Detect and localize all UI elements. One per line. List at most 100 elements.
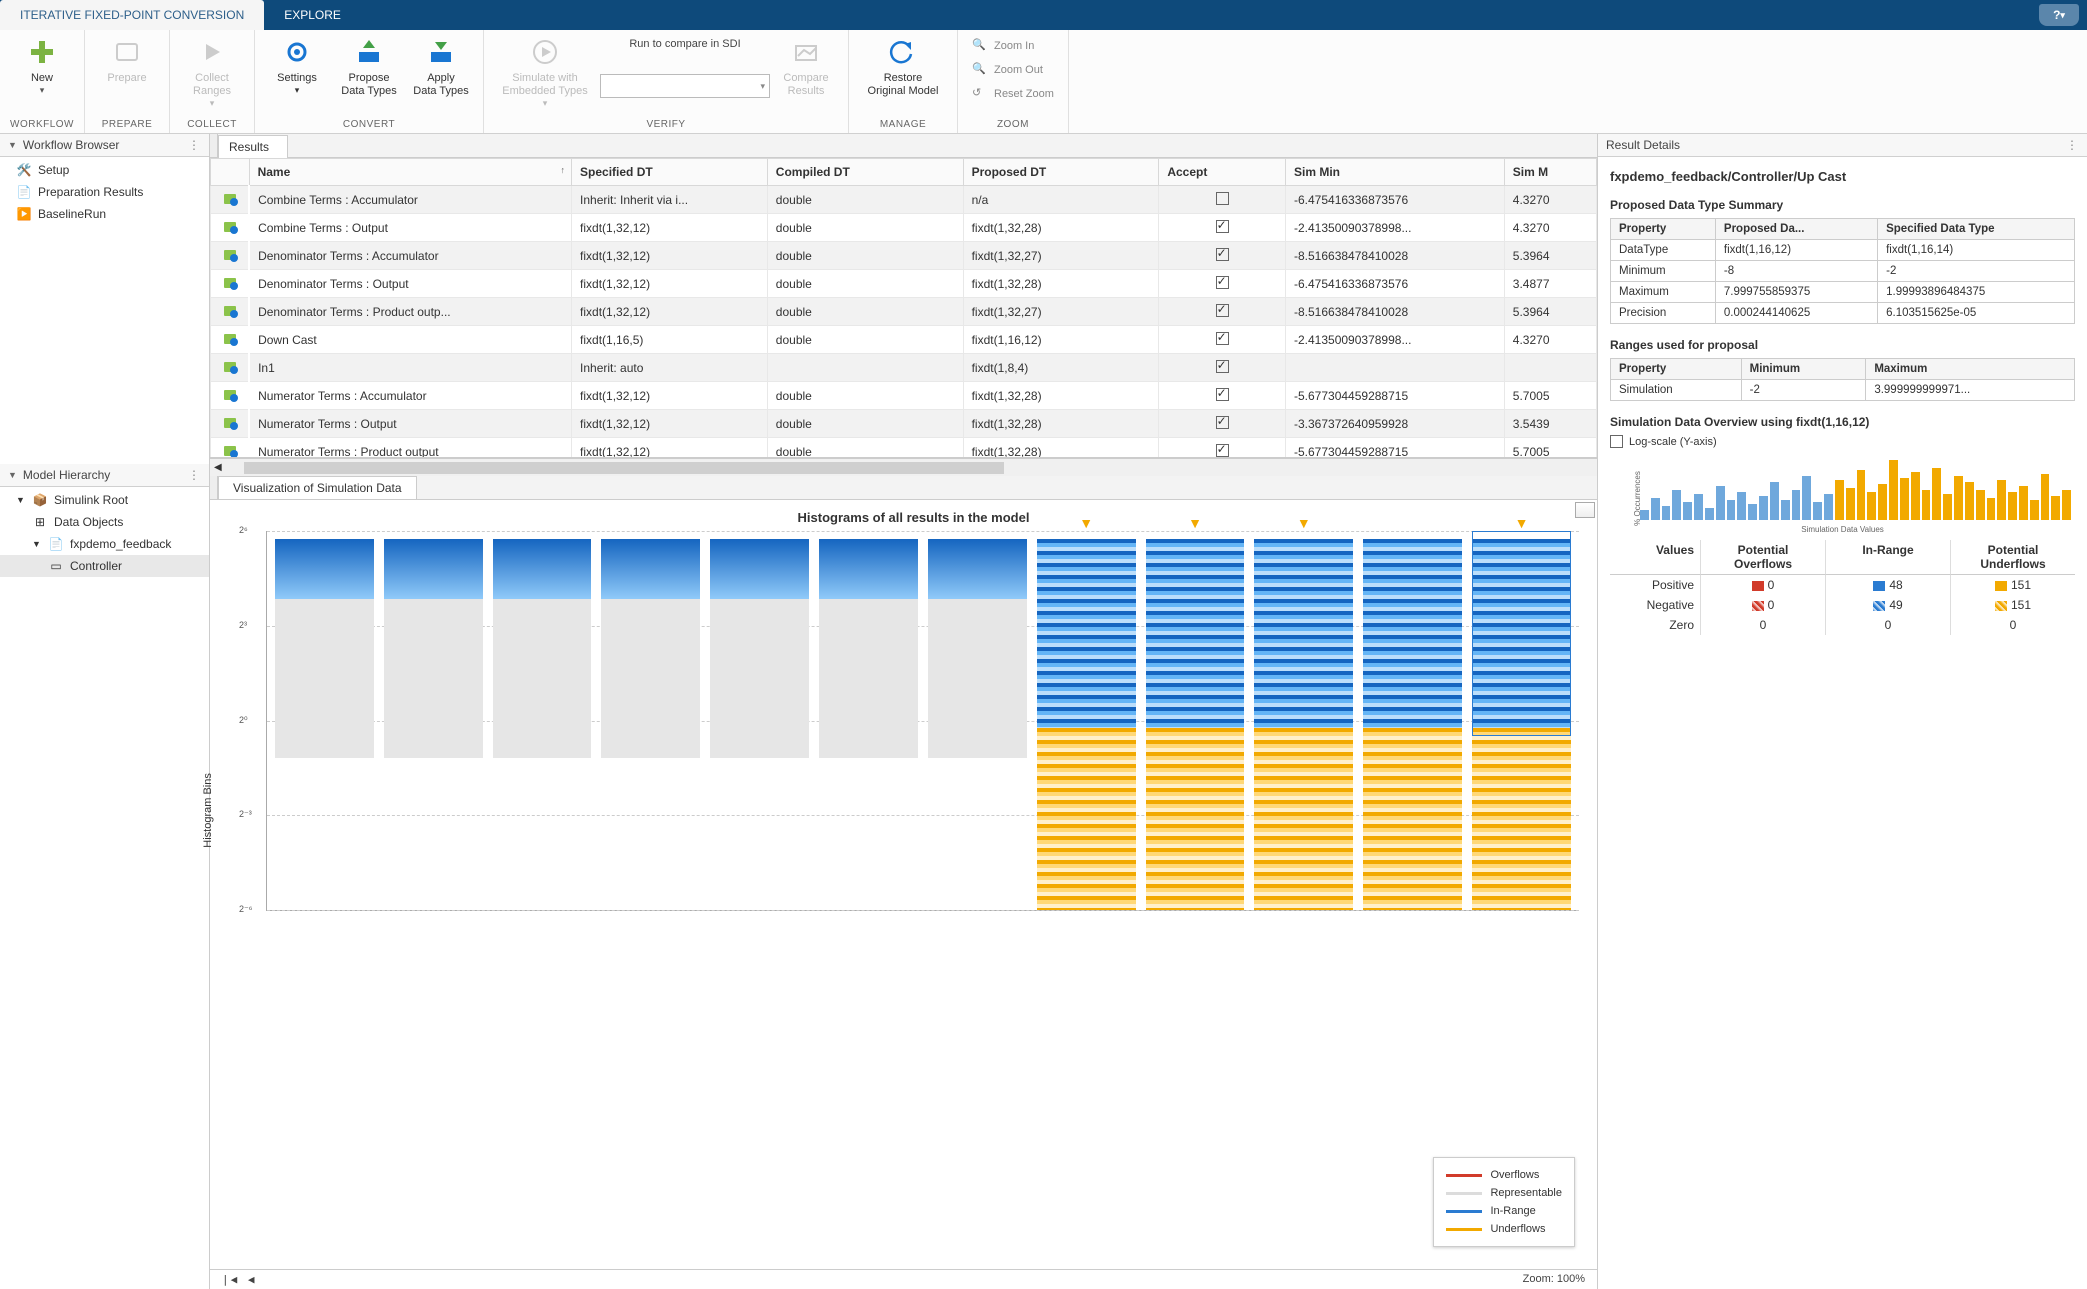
- histogram-column[interactable]: [1361, 531, 1464, 910]
- row-icon: [211, 270, 250, 298]
- accept-checkbox[interactable]: [1216, 416, 1229, 429]
- top-tab-bar: ITERATIVE FIXED-POINT CONVERSION EXPLORE…: [0, 0, 2087, 30]
- accept-checkbox[interactable]: [1216, 332, 1229, 345]
- legend-toggle-button[interactable]: [1575, 502, 1595, 518]
- settings-button[interactable]: Settings▾: [261, 32, 333, 100]
- wf-preparation-results[interactable]: 📄Preparation Results: [0, 181, 209, 203]
- compare-results-button: Compare Results: [770, 32, 842, 102]
- run-compare-label: Run to compare in SDI: [629, 38, 740, 50]
- result-details-title: fxpdemo_feedback/Controller/Up Cast: [1610, 169, 2075, 184]
- table-row[interactable]: Numerator Terms : Outputfixdt(1,32,12)do…: [211, 410, 1597, 438]
- gripper-icon[interactable]: [210, 134, 218, 157]
- visualization-tab[interactable]: Visualization of Simulation Data: [218, 476, 417, 499]
- histogram-column[interactable]: [599, 531, 702, 910]
- simulink-icon: 📦: [32, 492, 48, 508]
- histogram-column[interactable]: [273, 531, 376, 910]
- reset-zoom-button[interactable]: ↺Reset Zoom: [964, 84, 1062, 104]
- zoom-in-icon: 🔍: [972, 38, 988, 54]
- mh-controller[interactable]: ▭Controller: [0, 555, 209, 577]
- results-col-4[interactable]: Proposed DT: [963, 159, 1159, 186]
- tab-explore[interactable]: EXPLORE: [264, 0, 361, 30]
- overview-heading: Simulation Data Overview using fixdt(1,1…: [1610, 415, 2075, 429]
- mini-histogram: % Occurrences Simulation Data Values: [1610, 454, 2075, 534]
- logscale-checkbox[interactable]: [1610, 435, 1623, 448]
- accept-checkbox[interactable]: [1216, 360, 1229, 373]
- group-label-zoom: ZOOM: [964, 117, 1062, 133]
- help-button[interactable]: ? ▾: [2039, 4, 2079, 26]
- row-icon: [211, 326, 250, 354]
- histogram-column[interactable]: ▼: [1252, 531, 1355, 910]
- mh-simulink-root[interactable]: ▼📦Simulink Root: [0, 489, 209, 511]
- nav-buttons[interactable]: |◀ ◀: [222, 1273, 257, 1286]
- workflow-browser-header[interactable]: ▼Workflow Browser⋮: [0, 134, 209, 157]
- zoom-out-button[interactable]: 🔍Zoom Out: [964, 60, 1051, 80]
- table-row[interactable]: In1Inherit: autofixdt(1,8,4): [211, 354, 1597, 382]
- gear-icon: [281, 36, 313, 68]
- model-icon: 📄: [48, 536, 64, 552]
- apply-icon: [425, 36, 457, 68]
- group-label-collect: COLLECT: [176, 117, 248, 133]
- results-col-2[interactable]: Specified DT: [572, 159, 768, 186]
- results-col-5[interactable]: Accept: [1159, 159, 1286, 186]
- logscale-label: Log-scale (Y-axis): [1629, 436, 1717, 448]
- histogram-column[interactable]: [491, 531, 594, 910]
- table-row[interactable]: Numerator Terms : Accumulatorfixdt(1,32,…: [211, 382, 1597, 410]
- proposed-summary-heading: Proposed Data Type Summary: [1610, 198, 2075, 212]
- mh-data-objects[interactable]: ⊞Data Objects: [0, 511, 209, 533]
- restore-original-button[interactable]: Restore Original Model: [855, 32, 951, 102]
- accept-checkbox[interactable]: [1216, 276, 1229, 289]
- ranges-table: PropertyMinimumMaximumSimulation-23.9999…: [1610, 358, 2075, 401]
- values-grid: ValuesPotential OverflowsIn-RangePotenti…: [1610, 540, 2075, 635]
- mh-model[interactable]: ▼📄fxpdemo_feedback: [0, 533, 209, 555]
- wf-baseline-run[interactable]: ▶️BaselineRun: [0, 203, 209, 225]
- status-zoom: Zoom: 100%: [1523, 1273, 1585, 1286]
- histogram-column[interactable]: ▼: [1144, 531, 1247, 910]
- accept-checkbox[interactable]: [1216, 192, 1229, 205]
- results-hscroll[interactable]: ◀: [210, 458, 1597, 476]
- subsystem-icon: ▭: [48, 558, 64, 574]
- table-row[interactable]: Numerator Terms : Product outputfixdt(1,…: [211, 438, 1597, 459]
- results-col-6[interactable]: Sim Min: [1286, 159, 1505, 186]
- histogram-title: Histograms of all results in the model: [248, 510, 1579, 525]
- zoom-in-button[interactable]: 🔍Zoom In: [964, 36, 1042, 56]
- wf-setup[interactable]: 🛠️Setup: [0, 159, 209, 181]
- table-row[interactable]: Down Castfixdt(1,16,5)doublefixdt(1,16,1…: [211, 326, 1597, 354]
- accept-checkbox[interactable]: [1216, 388, 1229, 401]
- play-icon: [196, 36, 228, 68]
- table-row[interactable]: Denominator Terms : Product outp...fixdt…: [211, 298, 1597, 326]
- results-col-3[interactable]: Compiled DT: [767, 159, 963, 186]
- tab-iterative-fixed-point[interactable]: ITERATIVE FIXED-POINT CONVERSION: [0, 0, 264, 30]
- results-table: Name↑Specified DTCompiled DTProposed DTA…: [210, 158, 1597, 458]
- results-tab[interactable]: Results: [218, 135, 288, 158]
- toolstrip: New▾ WORKFLOW Prepare PREPARE Collect Ra…: [0, 30, 2087, 134]
- play-circle-icon: [529, 36, 561, 68]
- model-hierarchy-header[interactable]: ▼Model Hierarchy⋮: [0, 464, 209, 487]
- histogram-column[interactable]: ▼: [1470, 531, 1573, 910]
- results-icon: 📄: [16, 184, 32, 200]
- results-col-0[interactable]: [211, 159, 250, 186]
- histogram-legend: Overflows Representable In-Range Underfl…: [1433, 1157, 1575, 1247]
- histogram-column[interactable]: [926, 531, 1029, 910]
- results-col-7[interactable]: Sim M: [1504, 159, 1596, 186]
- row-icon: [211, 354, 250, 382]
- table-row[interactable]: Denominator Terms : Accumulatorfixdt(1,3…: [211, 242, 1597, 270]
- table-row[interactable]: Combine Terms : AccumulatorInherit: Inhe…: [211, 186, 1597, 214]
- data-objects-icon: ⊞: [32, 514, 48, 530]
- histogram-column[interactable]: ▼: [1035, 531, 1138, 910]
- histogram-column[interactable]: [817, 531, 920, 910]
- table-row[interactable]: Denominator Terms : Outputfixdt(1,32,12)…: [211, 270, 1597, 298]
- row-icon: [211, 186, 250, 214]
- results-col-1[interactable]: Name↑: [249, 159, 571, 186]
- propose-data-types-button[interactable]: Propose Data Types: [333, 32, 405, 102]
- new-button[interactable]: New▾: [6, 32, 78, 100]
- gripper-icon[interactable]: [210, 476, 218, 499]
- accept-checkbox[interactable]: [1216, 304, 1229, 317]
- histogram-column[interactable]: [382, 531, 485, 910]
- accept-checkbox[interactable]: [1216, 444, 1229, 457]
- run-compare-dropdown[interactable]: ▾: [600, 74, 770, 98]
- accept-checkbox[interactable]: [1216, 248, 1229, 261]
- accept-checkbox[interactable]: [1216, 220, 1229, 233]
- table-row[interactable]: Combine Terms : Outputfixdt(1,32,12)doub…: [211, 214, 1597, 242]
- histogram-column[interactable]: [708, 531, 811, 910]
- apply-data-types-button[interactable]: Apply Data Types: [405, 32, 477, 102]
